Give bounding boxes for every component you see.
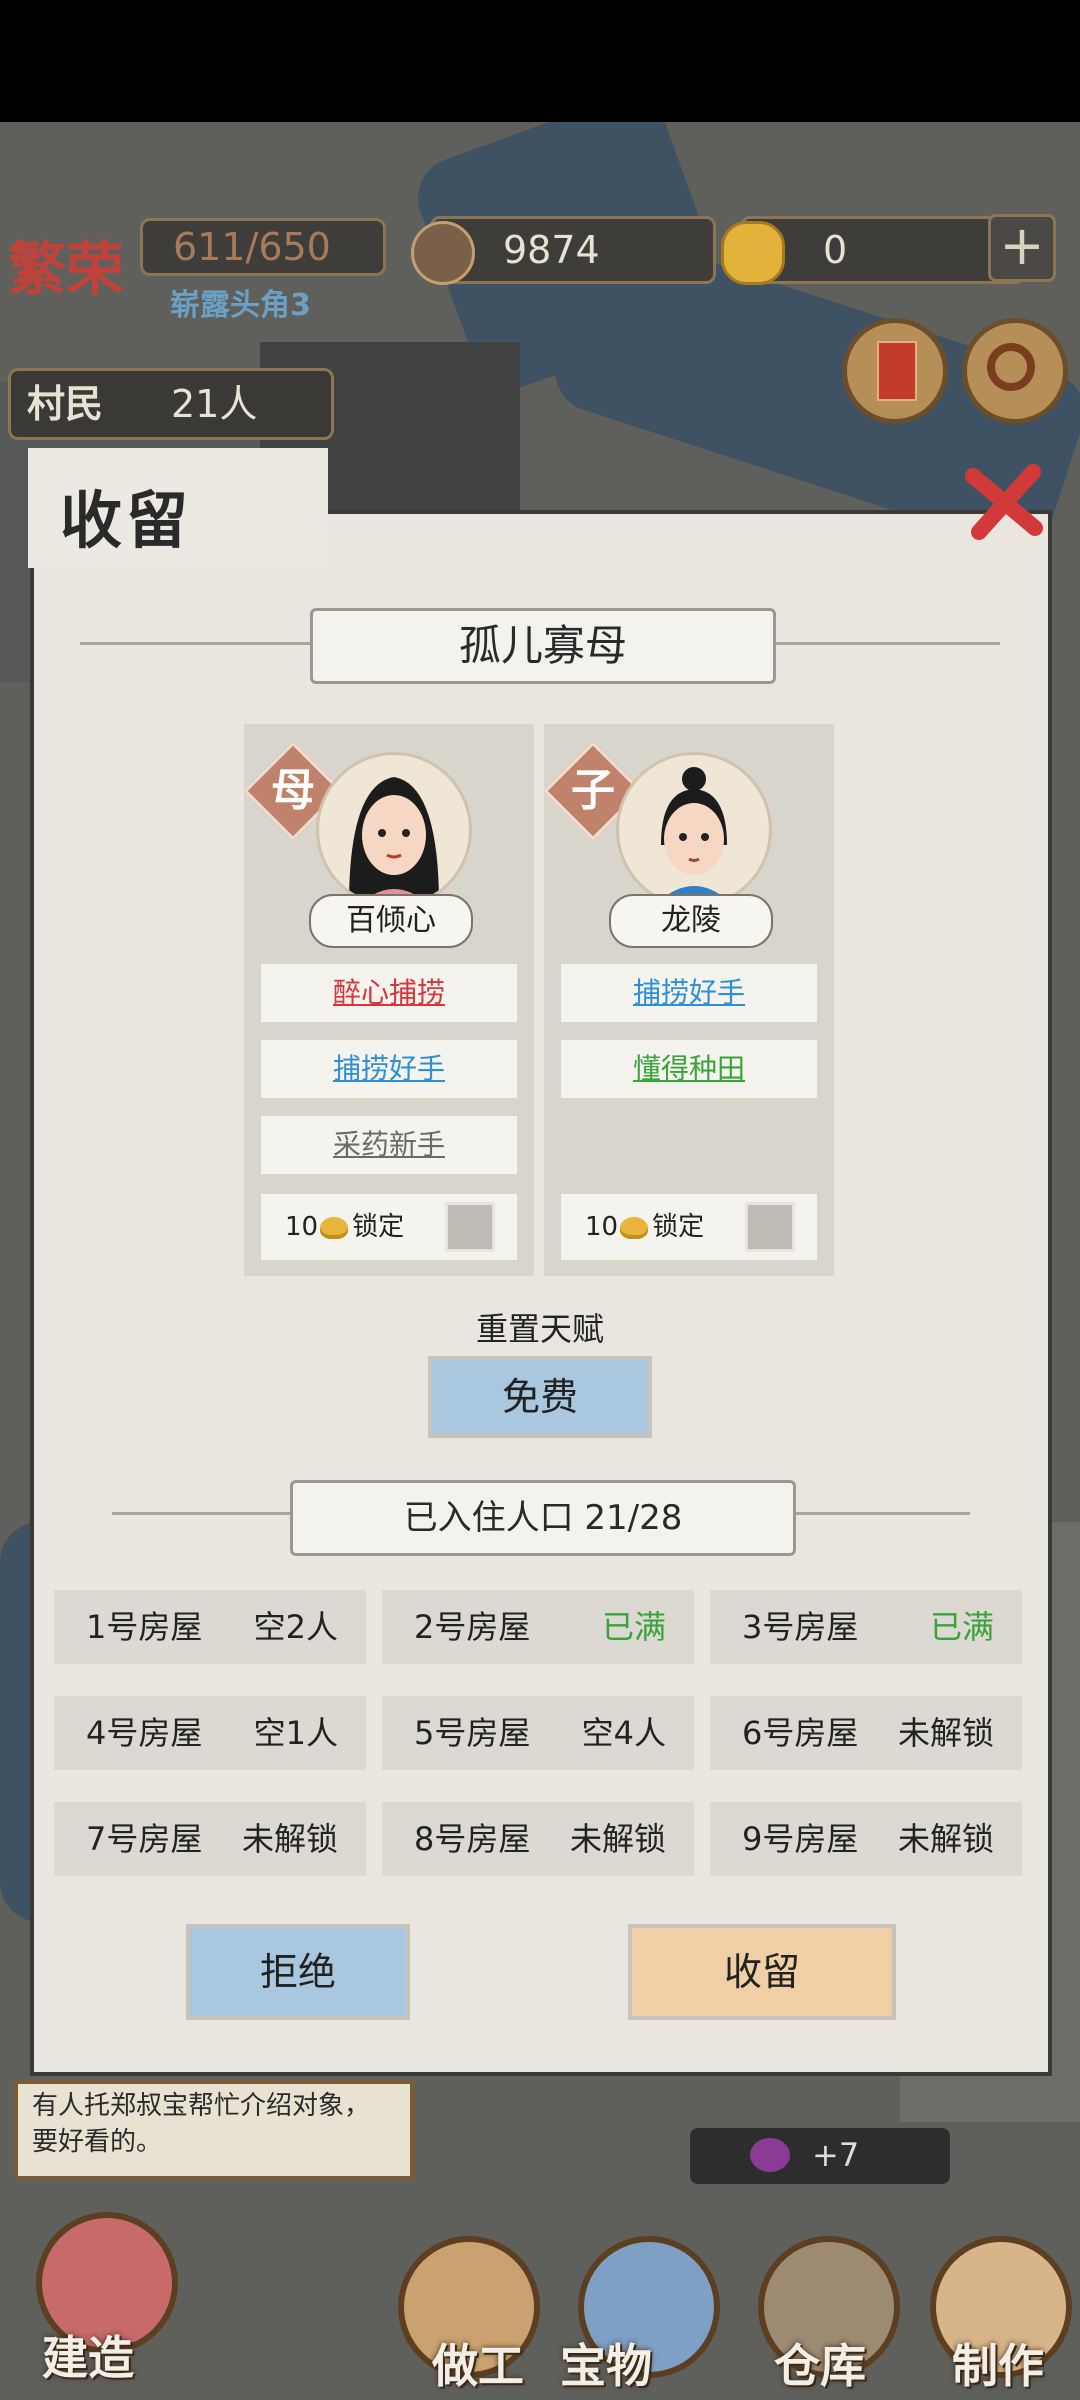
prosperity-value: 611/650 xyxy=(173,225,331,269)
talent-2[interactable]: 懂得种田 xyxy=(561,1040,817,1098)
house-2[interactable]: 2号房屋 已满 xyxy=(382,1590,694,1664)
divider-left xyxy=(80,642,340,645)
house-status: 已满 xyxy=(929,1608,994,1646)
lock-checkbox[interactable] xyxy=(745,1202,795,1252)
house-8[interactable]: 8号房屋 未解锁 xyxy=(382,1802,694,1876)
house-6[interactable]: 6号房屋 未解锁 xyxy=(710,1696,1022,1770)
house-name: 2号房屋 xyxy=(414,1608,531,1646)
nav-craft[interactable]: 制作 xyxy=(952,2330,1044,2396)
character-card-son: 子 龙陵 捕捞好手 懂得种田 10 锁定 xyxy=(543,724,834,1276)
villager-label: 村民 xyxy=(27,381,104,426)
house-9[interactable]: 9号房屋 未解锁 xyxy=(710,1802,1022,1876)
ingot-icon xyxy=(320,1216,349,1239)
rank-label: 崭露头角3 xyxy=(170,288,311,323)
coin-counter[interactable]: 9874 xyxy=(411,216,716,285)
house-status: 未解锁 xyxy=(241,1820,338,1858)
dialog-title: 收留 xyxy=(60,484,193,557)
character-name: 龙陵 xyxy=(609,894,773,948)
nav-treasure[interactable]: 宝物 xyxy=(560,2330,652,2396)
house-4[interactable]: 4号房屋 空1人 xyxy=(54,1696,366,1770)
lock-cost: 10 xyxy=(585,1212,619,1242)
crab-icon xyxy=(750,2138,790,2172)
nav-build[interactable]: 建造 xyxy=(42,2322,134,2388)
house-5[interactable]: 5号房屋 空4人 xyxy=(382,1696,694,1770)
book-icon xyxy=(877,341,917,401)
divider-right xyxy=(770,1512,970,1515)
divider-left xyxy=(112,1512,312,1515)
character-portrait xyxy=(316,752,472,908)
house-status: 已满 xyxy=(601,1608,666,1646)
house-name: 9号房屋 xyxy=(742,1820,859,1858)
coin-value: 9874 xyxy=(503,228,600,272)
ingot-counter[interactable]: 0 xyxy=(721,216,1026,285)
add-ingot-button[interactable]: + xyxy=(988,214,1056,282)
house-status: 空2人 xyxy=(253,1608,338,1646)
house-3[interactable]: 3号房屋 已满 xyxy=(710,1590,1022,1664)
population-banner: 已入住人口 21/28 xyxy=(290,1480,796,1556)
house-name: 1号房屋 xyxy=(86,1608,203,1646)
villager-counter[interactable]: 村民 21人 xyxy=(8,368,334,440)
free-reset-button[interactable]: 免费 xyxy=(428,1356,652,1438)
plus-icon: + xyxy=(999,214,1045,277)
house-status: 空4人 xyxy=(581,1714,666,1752)
nav-work[interactable]: 做工 xyxy=(432,2330,524,2396)
house-7[interactable]: 7号房屋 未解锁 xyxy=(54,1802,366,1876)
settings-button[interactable] xyxy=(962,318,1068,424)
house-name: 8号房屋 xyxy=(414,1820,531,1858)
house-status: 未解锁 xyxy=(897,1714,994,1752)
talent-3[interactable]: 采药新手 xyxy=(261,1116,517,1174)
close-button[interactable] xyxy=(965,462,1045,542)
house-name: 6号房屋 xyxy=(742,1714,859,1752)
character-name: 百倾心 xyxy=(309,894,473,948)
nav-warehouse[interactable]: 仓库 xyxy=(774,2330,866,2396)
reset-talent-label: 重置天赋 xyxy=(475,1310,604,1348)
lock-label: 锁定 xyxy=(652,1212,705,1242)
reject-button[interactable]: 拒绝 xyxy=(186,1924,410,2020)
scroll-book-button[interactable] xyxy=(842,318,948,424)
house-1[interactable]: 1号房屋 空2人 xyxy=(54,1590,366,1664)
house-name: 3号房屋 xyxy=(742,1608,859,1646)
house-status: 空1人 xyxy=(253,1714,338,1752)
house-status: 未解锁 xyxy=(569,1820,666,1858)
notice-badge[interactable]: +7 xyxy=(690,2128,950,2184)
ingot-icon xyxy=(620,1216,649,1239)
prosperity-label: 繁荣 xyxy=(8,235,125,303)
accept-button[interactable]: 收留 xyxy=(628,1924,896,2020)
gear-icon xyxy=(987,343,1035,391)
lock-row[interactable]: 10 锁定 xyxy=(561,1194,817,1260)
event-title-banner: 孤儿寡母 xyxy=(310,608,776,684)
house-name: 4号房屋 xyxy=(86,1714,203,1752)
notice-count: +7 xyxy=(812,2136,860,2174)
house-name: 7号房屋 xyxy=(86,1820,203,1858)
talent-2[interactable]: 捕捞好手 xyxy=(261,1040,517,1098)
lock-row[interactable]: 10 锁定 xyxy=(261,1194,517,1260)
talent-1[interactable]: 醉心捕捞 xyxy=(261,964,517,1022)
divider-right xyxy=(740,642,1000,645)
lock-label: 锁定 xyxy=(352,1212,405,1242)
population-text: 已入住人口 21/28 xyxy=(403,1498,683,1538)
villager-count: 21人 xyxy=(171,382,258,426)
house-status: 未解锁 xyxy=(897,1820,994,1858)
character-card-mother: 母 百倾心 醉心捕捞 捕捞好手 采药新手 10 锁定 xyxy=(243,724,534,1276)
gold-ingot-icon xyxy=(721,221,785,285)
prosperity-panel[interactable]: 繁荣 611/650 崭露头角3 xyxy=(0,212,400,323)
event-text: 有人托郑叔宝帮忙介绍对象，要好看的。 xyxy=(32,2091,371,2157)
ingot-value: 0 xyxy=(823,228,848,272)
character-portrait xyxy=(616,752,772,908)
lock-checkbox[interactable] xyxy=(445,1202,495,1252)
close-icon xyxy=(965,464,1043,540)
boy-portrait-icon xyxy=(655,767,733,905)
house-name: 5号房屋 xyxy=(414,1714,531,1752)
woman-portrait-icon xyxy=(349,777,439,905)
event-title: 孤儿寡母 xyxy=(458,621,627,670)
copper-coin-icon xyxy=(411,221,475,285)
lock-cost: 10 xyxy=(285,1212,319,1242)
talent-1[interactable]: 捕捞好手 xyxy=(561,964,817,1022)
